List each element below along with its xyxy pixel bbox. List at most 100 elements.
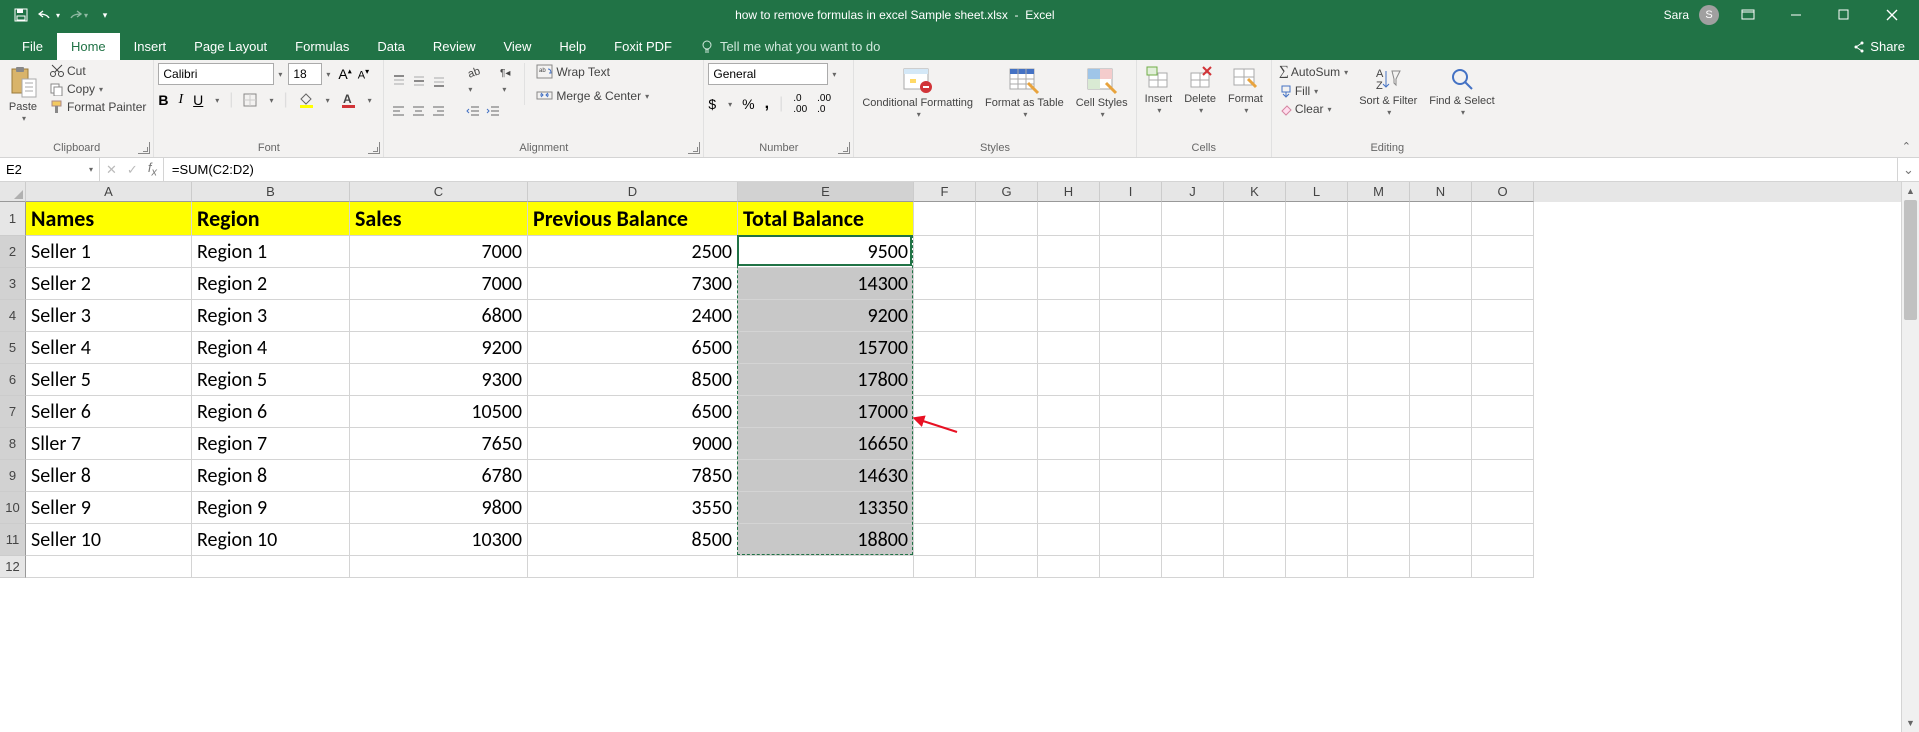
cell-K3[interactable] [1224, 268, 1286, 300]
cancel-formula-button[interactable]: ✕ [106, 162, 117, 178]
cell-G4[interactable] [976, 300, 1038, 332]
align-top-button[interactable] [392, 74, 406, 88]
cell-F6[interactable] [914, 364, 976, 396]
cut-button[interactable]: Cut [46, 63, 149, 79]
col-header-I[interactable]: I [1100, 182, 1162, 202]
cell-H10[interactable] [1038, 492, 1100, 524]
cell-F2[interactable] [914, 236, 976, 268]
cell-D2[interactable]: 2500 [528, 236, 738, 268]
cell-I10[interactable] [1100, 492, 1162, 524]
cell-L3[interactable] [1286, 268, 1348, 300]
insert-cells-button[interactable]: Insert▾ [1141, 63, 1177, 118]
text-direction-button[interactable]: ¶◂▾ [500, 65, 516, 97]
cell-I4[interactable] [1100, 300, 1162, 332]
cell-B9[interactable]: Region 8 [192, 460, 350, 492]
row-header-4[interactable]: 4 [0, 300, 26, 332]
col-header-F[interactable]: F [914, 182, 976, 202]
cell-L5[interactable] [1286, 332, 1348, 364]
cell-B6[interactable]: Region 5 [192, 364, 350, 396]
cell-B4[interactable]: Region 3 [192, 300, 350, 332]
redo-button[interactable]: ▾ [64, 2, 90, 28]
cell-N4[interactable] [1410, 300, 1472, 332]
cell-B1[interactable]: Region [192, 202, 350, 236]
minimize-button[interactable] [1773, 0, 1819, 30]
undo-button[interactable]: ▾ [36, 2, 62, 28]
col-header-J[interactable]: J [1162, 182, 1224, 202]
conditional-formatting-button[interactable]: Conditional Formatting▾ [858, 63, 977, 122]
cell-M1[interactable] [1348, 202, 1410, 236]
cell-H4[interactable] [1038, 300, 1100, 332]
cell-O8[interactable] [1472, 428, 1534, 460]
fill-button[interactable]: Fill▾ [1276, 83, 1351, 99]
cell-D3[interactable]: 7300 [528, 268, 738, 300]
cell-E3[interactable]: 14300 [738, 268, 914, 300]
cell-F1[interactable] [914, 202, 976, 236]
user-name[interactable]: Sara [1664, 8, 1689, 22]
cell-K12[interactable] [1224, 556, 1286, 578]
cell-F7[interactable] [914, 396, 976, 428]
cell-N5[interactable] [1410, 332, 1472, 364]
decrease-font-button[interactable]: A▾ [358, 67, 369, 82]
col-header-A[interactable]: A [26, 182, 192, 202]
cell-A9[interactable]: Seller 8 [26, 460, 192, 492]
row-header-7[interactable]: 7 [0, 396, 26, 428]
cell-F3[interactable] [914, 268, 976, 300]
font-size-dropdown[interactable]: ▾ [326, 70, 330, 79]
cell-D11[interactable]: 8500 [528, 524, 738, 556]
cell-B8[interactable]: Region 7 [192, 428, 350, 460]
cell-K8[interactable] [1224, 428, 1286, 460]
vertical-scrollbar[interactable]: ▲ ▼ [1901, 182, 1919, 732]
tab-review[interactable]: Review [419, 33, 490, 60]
cell-K10[interactable] [1224, 492, 1286, 524]
col-header-O[interactable]: O [1472, 182, 1534, 202]
scroll-thumb[interactable] [1904, 200, 1917, 320]
cell-I1[interactable] [1100, 202, 1162, 236]
cell-M3[interactable] [1348, 268, 1410, 300]
cell-J2[interactable] [1162, 236, 1224, 268]
cell-E6[interactable]: 17800 [738, 364, 914, 396]
cell-F4[interactable] [914, 300, 976, 332]
cell-L8[interactable] [1286, 428, 1348, 460]
cell-N6[interactable] [1410, 364, 1472, 396]
cell-F5[interactable] [914, 332, 976, 364]
name-box[interactable]: ▾ [0, 158, 100, 181]
align-left-button[interactable] [392, 105, 406, 117]
cell-K11[interactable] [1224, 524, 1286, 556]
tab-file[interactable]: File [8, 33, 57, 60]
copy-button[interactable]: Copy▾ [46, 81, 149, 97]
cell-L6[interactable] [1286, 364, 1348, 396]
cell-C5[interactable]: 9200 [350, 332, 528, 364]
cell-G6[interactable] [976, 364, 1038, 396]
cell-M9[interactable] [1348, 460, 1410, 492]
tab-page-layout[interactable]: Page Layout [180, 33, 281, 60]
cell-K7[interactable] [1224, 396, 1286, 428]
cell-O12[interactable] [1472, 556, 1534, 578]
borders-button[interactable] [243, 93, 257, 107]
close-button[interactable] [1869, 0, 1915, 30]
ribbon-display-options-button[interactable] [1725, 0, 1771, 30]
cell-B2[interactable]: Region 1 [192, 236, 350, 268]
cell-N7[interactable] [1410, 396, 1472, 428]
cell-F10[interactable] [914, 492, 976, 524]
cell-I5[interactable] [1100, 332, 1162, 364]
cell-C10[interactable]: 9800 [350, 492, 528, 524]
cell-C1[interactable]: Sales [350, 202, 528, 236]
cell-I12[interactable] [1100, 556, 1162, 578]
cell-styles-button[interactable]: Cell Styles▾ [1072, 63, 1132, 122]
cell-O1[interactable] [1472, 202, 1534, 236]
decrease-indent-button[interactable] [466, 105, 480, 117]
cell-N3[interactable] [1410, 268, 1472, 300]
row-header-3[interactable]: 3 [0, 268, 26, 300]
cell-J3[interactable] [1162, 268, 1224, 300]
row-header-11[interactable]: 11 [0, 524, 26, 556]
font-dialog-launcher[interactable] [368, 142, 380, 154]
tab-view[interactable]: View [489, 33, 545, 60]
cell-I6[interactable] [1100, 364, 1162, 396]
user-avatar[interactable]: S [1699, 5, 1719, 25]
row-header-10[interactable]: 10 [0, 492, 26, 524]
enter-formula-button[interactable]: ✓ [127, 162, 138, 178]
cell-E12[interactable] [738, 556, 914, 578]
col-header-N[interactable]: N [1410, 182, 1472, 202]
cell-G1[interactable] [976, 202, 1038, 236]
cell-C12[interactable] [350, 556, 528, 578]
